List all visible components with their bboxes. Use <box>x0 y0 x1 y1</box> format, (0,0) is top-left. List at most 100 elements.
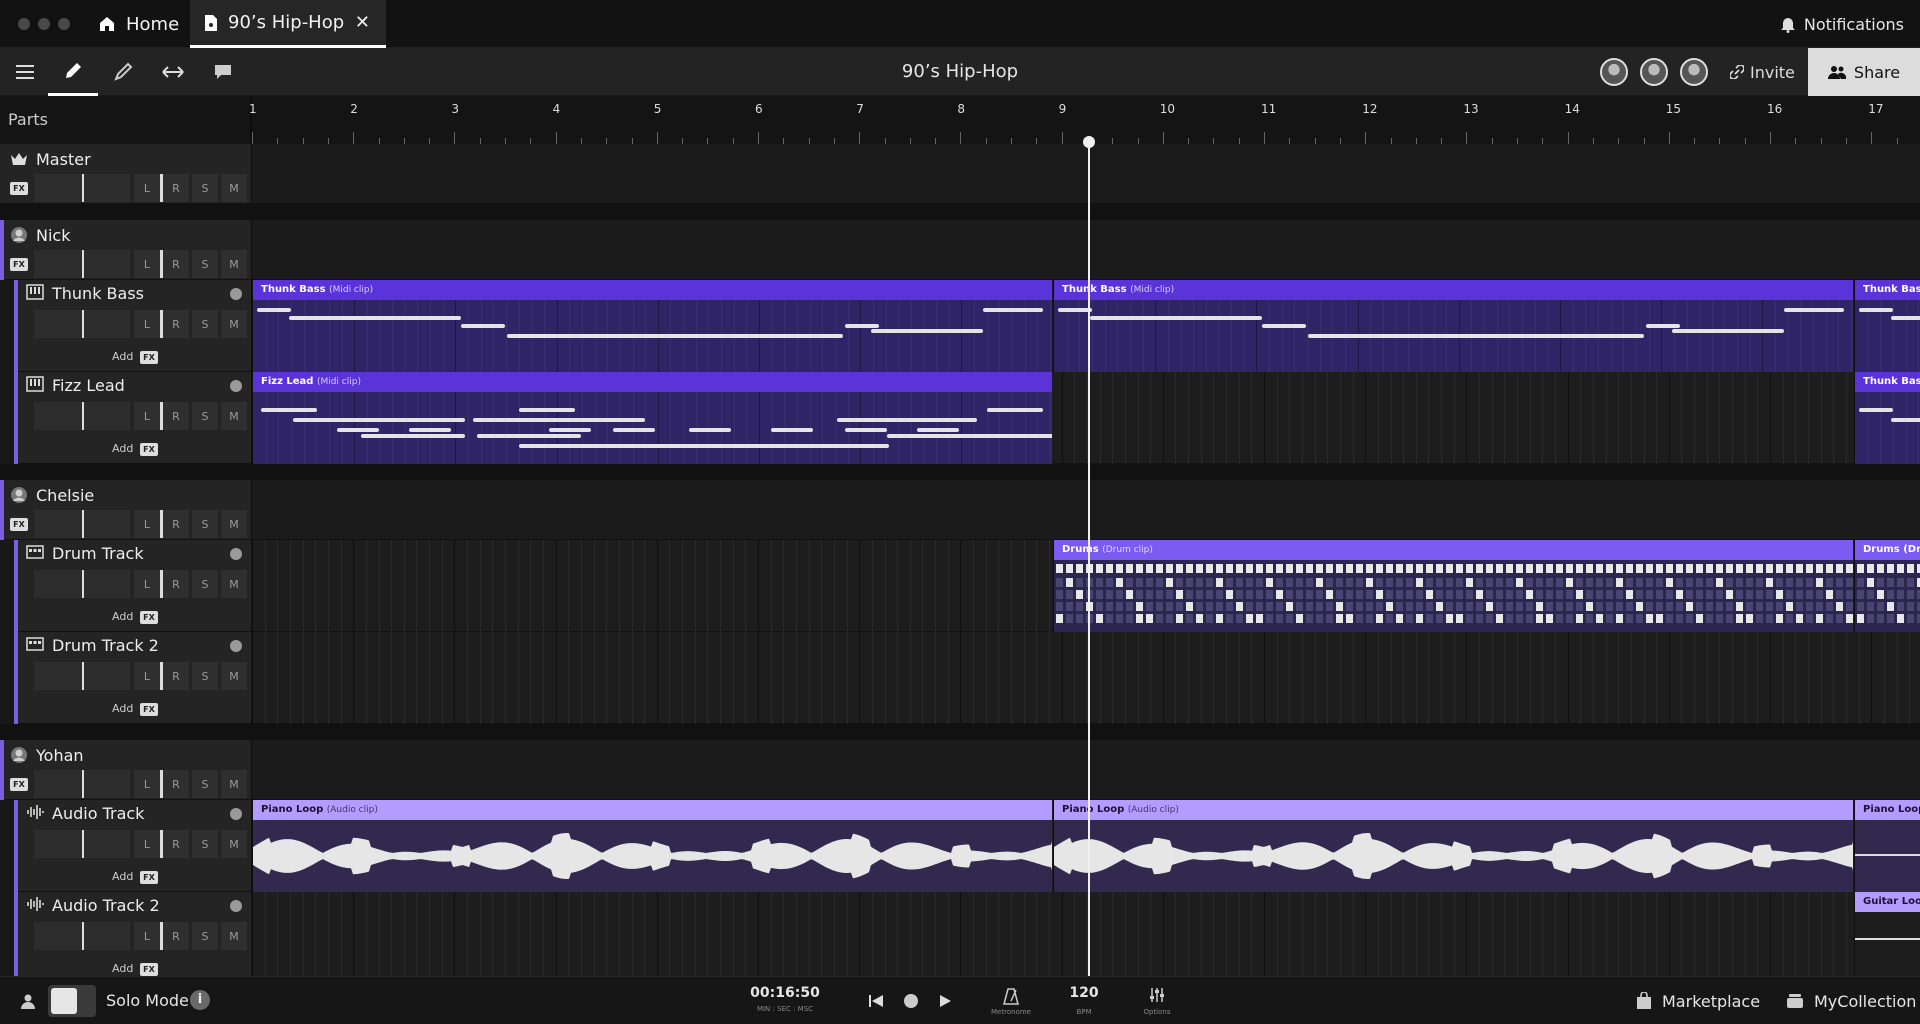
clip-header[interactable]: Piano Loop (Audio clip) <box>253 800 1052 820</box>
drum-hit[interactable] <box>1216 614 1223 623</box>
drum-step[interactable] <box>1907 602 1914 611</box>
solo-button[interactable]: S <box>192 402 218 430</box>
drum-step[interactable] <box>1656 590 1663 599</box>
drum-hit[interactable] <box>1887 602 1894 611</box>
clip-header[interactable]: Thunk Bass (Midi clip) <box>1054 280 1853 300</box>
drum-hit[interactable] <box>1476 564 1483 573</box>
drum-hit[interactable] <box>1626 590 1633 599</box>
drum-step[interactable] <box>1586 614 1593 623</box>
drum-step[interactable] <box>1106 614 1113 623</box>
drum-step[interactable] <box>1806 578 1813 587</box>
drum-step[interactable] <box>1726 614 1733 623</box>
drum-step[interactable] <box>1256 590 1263 599</box>
drum-hit[interactable] <box>1716 578 1723 587</box>
solo-mode-toggle[interactable] <box>48 985 96 1017</box>
drum-hit[interactable] <box>1867 564 1874 573</box>
drum-hit[interactable] <box>1636 602 1643 611</box>
track-header[interactable]: Audio Track L R S M Add FX <box>14 800 252 892</box>
midi-note[interactable] <box>845 324 879 328</box>
drum-step[interactable] <box>1456 602 1463 611</box>
drum-hit[interactable] <box>1686 564 1693 573</box>
drum-step[interactable] <box>1526 614 1533 623</box>
drum-step[interactable] <box>1406 614 1413 623</box>
volume-handle[interactable] <box>82 770 84 798</box>
drum-hit[interactable] <box>1236 602 1243 611</box>
drum-step[interactable] <box>1146 602 1153 611</box>
drum-step[interactable] <box>1826 614 1833 623</box>
drum-step[interactable] <box>1136 578 1143 587</box>
drum-hit[interactable] <box>1366 578 1373 587</box>
solo-button[interactable]: S <box>192 510 218 538</box>
drum-hit[interactable] <box>1907 564 1914 573</box>
drum-hit[interactable] <box>1176 614 1183 623</box>
drum-step[interactable] <box>1466 602 1473 611</box>
drum-hit[interactable] <box>1346 564 1353 573</box>
volume-handle[interactable] <box>82 174 84 202</box>
tab-project[interactable]: 90’s Hip-Hop ✕ <box>190 0 386 48</box>
drum-step[interactable] <box>1066 590 1073 599</box>
drum-step[interactable] <box>1546 590 1553 599</box>
info-icon[interactable]: i <box>190 990 210 1010</box>
pan-left-button[interactable]: L <box>134 830 160 858</box>
drum-step[interactable] <box>1316 614 1323 623</box>
drum-hit[interactable] <box>1686 602 1693 611</box>
drum-step[interactable] <box>1566 614 1573 623</box>
drum-hit[interactable] <box>1796 614 1803 623</box>
drum-hit[interactable] <box>1286 564 1293 573</box>
drum-hit[interactable] <box>1656 564 1663 573</box>
drum-hit[interactable] <box>1396 614 1403 623</box>
pan-left-button[interactable]: L <box>134 922 160 950</box>
drum-step[interactable] <box>1106 578 1113 587</box>
drum-hit[interactable] <box>1396 564 1403 573</box>
midi-note[interactable] <box>689 428 731 432</box>
drum-step[interactable] <box>1246 578 1253 587</box>
drum-step[interactable] <box>1516 590 1523 599</box>
drum-step[interactable] <box>1786 590 1793 599</box>
drum-hit[interactable] <box>1596 564 1603 573</box>
window-zoom-dot[interactable] <box>58 18 70 30</box>
drum-step[interactable] <box>1836 578 1843 587</box>
drum-step[interactable] <box>1356 602 1363 611</box>
drum-hit[interactable] <box>1136 564 1143 573</box>
drum-hit[interactable] <box>1826 590 1833 599</box>
drum-hit[interactable] <box>1196 614 1203 623</box>
drum-hit[interactable] <box>1576 590 1583 599</box>
drum-hit[interactable] <box>1606 564 1613 573</box>
drum-step[interactable] <box>1276 578 1283 587</box>
pencil-tool-button[interactable] <box>48 48 98 96</box>
drum-step[interactable] <box>1696 578 1703 587</box>
drum-step[interactable] <box>1266 602 1273 611</box>
drum-hit[interactable] <box>1536 614 1543 623</box>
drum-step[interactable] <box>1606 578 1613 587</box>
drum-hit[interactable] <box>1066 564 1073 573</box>
drum-step[interactable] <box>1276 602 1283 611</box>
midi-note[interactable] <box>507 334 843 338</box>
drum-step[interactable] <box>1466 590 1473 599</box>
pan-left-button[interactable]: L <box>134 510 160 538</box>
drum-step[interactable] <box>1286 590 1293 599</box>
midi-note[interactable] <box>845 428 887 432</box>
drum-step[interactable] <box>1556 590 1563 599</box>
clip-header[interactable]: Thunk Bass (Midi clip) <box>253 280 1052 300</box>
drum-hit[interactable] <box>1556 564 1563 573</box>
drum-hit[interactable] <box>1786 602 1793 611</box>
clip-header[interactable]: Piano Loop (Audio clip) <box>1054 800 1853 820</box>
drum-hit[interactable] <box>1466 564 1473 573</box>
drum-step[interactable] <box>1887 590 1894 599</box>
solo-button[interactable]: S <box>192 770 218 798</box>
drum-step[interactable] <box>1126 578 1133 587</box>
drum-hit[interactable] <box>1416 578 1423 587</box>
drum-step[interactable] <box>1716 590 1723 599</box>
drum-hit[interactable] <box>1897 564 1904 573</box>
drum-hit[interactable] <box>1766 564 1773 573</box>
drum-step[interactable] <box>1546 602 1553 611</box>
drum-step[interactable] <box>1666 614 1673 623</box>
midi-note[interactable] <box>1308 334 1644 338</box>
volume-handle[interactable] <box>82 662 84 690</box>
pan-left-button[interactable]: L <box>134 250 160 278</box>
drum-hit[interactable] <box>1376 614 1383 623</box>
drum-hit[interactable] <box>1186 602 1193 611</box>
drum-step[interactable] <box>1686 578 1693 587</box>
pan-right-button[interactable]: R <box>163 402 189 430</box>
drum-hit[interactable] <box>1266 564 1273 573</box>
